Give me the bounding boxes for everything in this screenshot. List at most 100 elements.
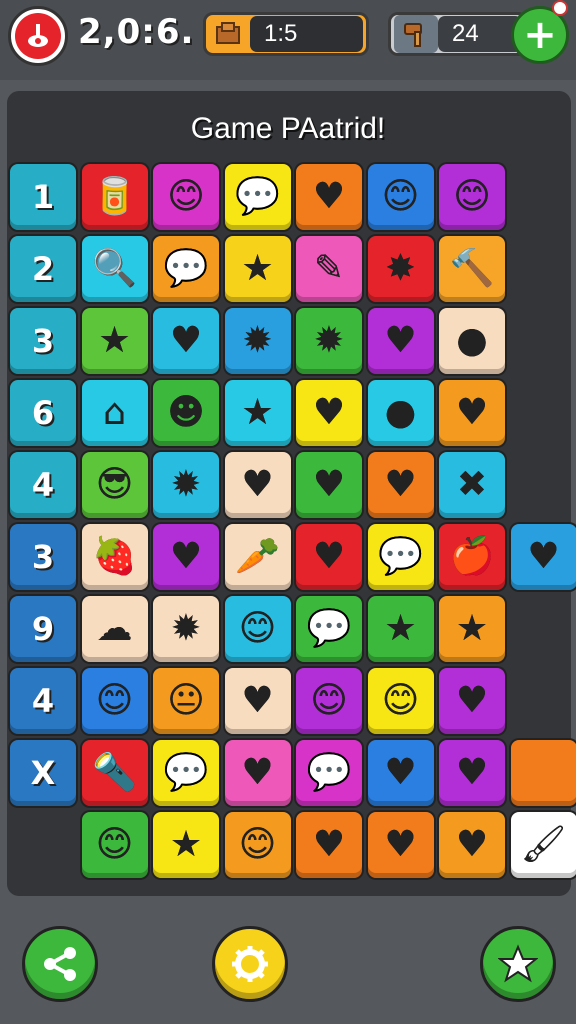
game-tile[interactable]: ✹	[153, 596, 219, 662]
game-tile[interactable]: ✖	[439, 452, 505, 518]
game-tile[interactable]: ●	[439, 308, 505, 374]
row-label: 6	[31, 394, 55, 432]
joystick-icon	[15, 13, 61, 59]
row-label-tile: 6	[10, 380, 76, 446]
game-tile[interactable]: 😎	[81, 452, 148, 518]
heart-icon: ♥	[312, 536, 346, 577]
game-tile[interactable]: ★	[153, 812, 219, 878]
game-tile[interactable]: 🔨	[439, 236, 505, 302]
face-icon: 😊	[310, 680, 348, 721]
game-tile[interactable]: 💬	[367, 524, 434, 590]
game-tile[interactable]: ☻	[153, 380, 219, 446]
game-tile[interactable]: ♥	[296, 812, 362, 878]
game-tile[interactable]: ♥	[224, 668, 291, 734]
game-tile[interactable]: ♥	[367, 308, 434, 374]
game-tile[interactable]: ★	[224, 236, 291, 302]
heart-icon: ♥	[241, 464, 274, 505]
row-label-tile: 1	[10, 164, 76, 230]
heart-icon: ♥	[169, 320, 203, 361]
row-label-tile: X	[10, 740, 76, 806]
game-tile[interactable]: 😊	[296, 668, 362, 734]
game-tile[interactable]: 🥫	[81, 164, 148, 230]
game-tile[interactable]: ♥	[296, 452, 362, 518]
game-tile[interactable]	[510, 740, 576, 806]
game-tile[interactable]: 😊	[224, 596, 291, 662]
game-tile[interactable]: ♥	[153, 308, 219, 374]
game-tile[interactable]: 🔦	[81, 740, 148, 806]
game-tile[interactable]: 💬	[296, 596, 362, 662]
game-tile[interactable]: ♥	[367, 740, 434, 806]
house-icon: ⌂	[103, 392, 126, 433]
game-tile[interactable]: 💬	[224, 164, 291, 230]
game-tile[interactable]: ♥	[367, 452, 434, 518]
game-tile[interactable]: ♥	[439, 812, 505, 878]
game-tile[interactable]: 🍎	[439, 524, 505, 590]
game-tile[interactable]: 😊	[224, 812, 291, 878]
strawberry-icon: 🍓	[92, 536, 137, 577]
apple-icon: 🍎	[449, 536, 495, 577]
heart-icon: ♥	[241, 752, 274, 793]
bubble-icon: ●	[456, 320, 488, 361]
game-tile[interactable]: ★	[224, 380, 291, 446]
game-tile[interactable]: ♥	[439, 740, 505, 806]
star-icon: ★	[384, 608, 417, 649]
game-tile[interactable]: 😐	[153, 668, 219, 734]
game-tile[interactable]: 😊	[81, 668, 148, 734]
can-icon: 🥫	[92, 176, 137, 217]
game-tile[interactable]: 🖌	[510, 812, 576, 878]
heart-icon: ♥	[455, 680, 489, 721]
row-label: 4	[31, 466, 55, 504]
game-tile[interactable]: ☁	[81, 596, 148, 662]
game-tile[interactable]: ★	[367, 596, 434, 662]
game-tile[interactable]: 🍓	[81, 524, 148, 590]
row-label: 2	[31, 250, 55, 288]
game-tile[interactable]: ♥	[296, 164, 362, 230]
game-tile[interactable]: 😊	[439, 164, 505, 230]
game-tile[interactable]: ✹	[224, 308, 291, 374]
game-tile[interactable]: ✹	[153, 452, 219, 518]
game-tile[interactable]: ♥	[296, 524, 362, 590]
game-tile[interactable]: 🔍	[81, 236, 148, 302]
ball-icon: ●	[384, 392, 417, 433]
star-icon: ★	[241, 392, 274, 433]
game-tile[interactable]: 💬	[153, 236, 219, 302]
game-tile[interactable]: 😊	[153, 164, 219, 230]
game-tile[interactable]: 😊	[81, 812, 148, 878]
game-tile[interactable]: 💬	[296, 740, 362, 806]
game-tile[interactable]: ♥	[510, 524, 576, 590]
game-tile[interactable]: ✹	[296, 308, 362, 374]
game-tile[interactable]: 😊	[367, 668, 434, 734]
gear-badge-icon: ✹	[313, 320, 345, 361]
share-button[interactable]	[22, 926, 98, 1002]
favorite-button[interactable]	[480, 926, 556, 1002]
game-tile[interactable]: ✎	[296, 236, 362, 302]
row-label: X	[30, 754, 56, 792]
face-icon: 😊	[381, 680, 420, 721]
game-tile[interactable]: ♥	[224, 452, 291, 518]
game-tile[interactable]: ♥	[367, 812, 434, 878]
carrot-icon: 🥕	[235, 536, 280, 577]
game-tile[interactable]: 💬	[153, 740, 219, 806]
settings-button[interactable]	[212, 926, 288, 1002]
game-tile[interactable]: ★	[81, 308, 148, 374]
speech-bubble-icon: 💬	[163, 248, 209, 289]
game-tile[interactable]: ●	[367, 380, 434, 446]
game-tile[interactable]: 🥕	[224, 524, 291, 590]
heart-icon: ♥	[455, 824, 489, 865]
game-tile[interactable]: ✸	[367, 236, 434, 302]
game-tile[interactable]: ♥	[439, 380, 505, 446]
game-logo[interactable]	[8, 6, 68, 66]
game-tile[interactable]: ♥	[153, 524, 219, 590]
game-tile[interactable]: 😊	[367, 164, 434, 230]
row-label: 3	[31, 322, 55, 360]
game-tile[interactable]: ♥	[296, 380, 362, 446]
game-tile[interactable]: ♥	[439, 668, 505, 734]
game-tile[interactable]: ♥	[224, 740, 291, 806]
game-tile[interactable]: ★	[439, 596, 505, 662]
hammer-icon	[394, 15, 438, 53]
heart-icon: ♥	[312, 824, 346, 865]
row-label-tile: 4	[10, 452, 76, 518]
game-tile[interactable]: ⌂	[81, 380, 148, 446]
board-title: Game PAatrid!	[190, 112, 386, 145]
cross-icon: ✖	[456, 464, 488, 505]
